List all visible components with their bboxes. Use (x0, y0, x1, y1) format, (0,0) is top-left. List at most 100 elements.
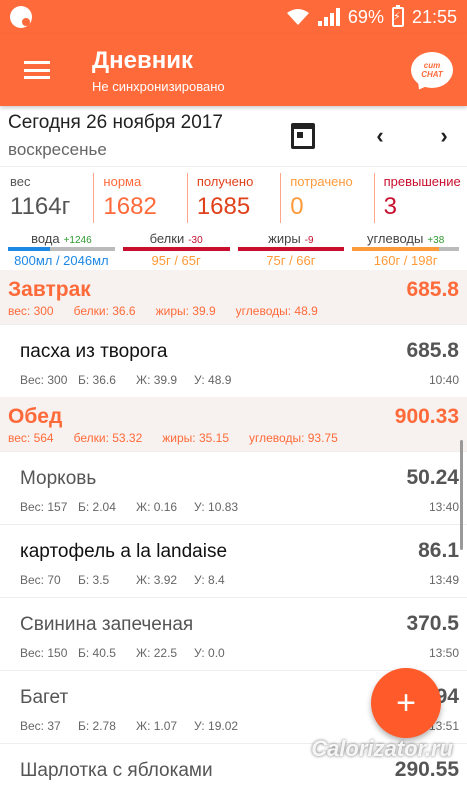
chat-icon[interactable]: сит CHAT (411, 52, 453, 93)
food-macro: У: 48.9 (194, 373, 232, 387)
weekday: воскресенье (8, 140, 107, 159)
progress-track (352, 247, 459, 251)
bar-value: 160г / 198г (373, 253, 438, 268)
notification-app-icon (10, 6, 32, 28)
food-name: Шарлотка с яблоками (20, 760, 213, 781)
bar-label: жиры (268, 231, 301, 246)
meal-macro: углеводы: 93.75 (249, 431, 338, 445)
stat-value: 0 (290, 193, 304, 220)
food-name: картофель a la landaise (20, 541, 228, 562)
stat-label: вес (10, 174, 31, 189)
progress-fill (352, 247, 439, 251)
food-macro: Б: 3.5 (78, 573, 110, 587)
food-macro: Вес: 300 (20, 373, 68, 387)
meal-macro: жиры: 39.9 (155, 304, 216, 318)
menu-icon[interactable] (24, 61, 50, 79)
current-date: Сегодня 26 ноября 2017 (8, 112, 223, 133)
nutrient-bar-0: вода +1246 800мл / 2046мл (4, 231, 119, 268)
food-time: 10:40 (428, 373, 459, 387)
bar-delta: -9 (304, 235, 314, 246)
stat-label: превышение (383, 174, 461, 189)
signal-icon (317, 8, 340, 26)
meal-macro: жиры: 35.15 (162, 431, 230, 445)
battery-icon (391, 5, 404, 27)
food-name: Багет (20, 687, 69, 708)
stat-3: потрачено 0 (280, 171, 373, 231)
food-macro: Вес: 37 (20, 719, 61, 733)
stat-label: получено (196, 174, 254, 189)
meal-macro: вес: 564 (8, 431, 54, 445)
stat-4: превышение 3 (373, 171, 467, 231)
stat-value: 1164г (10, 193, 71, 220)
meal-header[interactable]: Обед 900.33 вес: 564 белки: 53.32 жиры: 35… (0, 397, 467, 451)
meal-name: Обед (8, 405, 63, 428)
food-macro: Б: 36.6 (78, 373, 116, 387)
bar-delta: +1246 (63, 235, 92, 246)
food-macro: У: 10.83 (194, 500, 239, 514)
food-macro: Б: 2.04 (78, 500, 116, 514)
app-bar: Дневник Не синхронизировано сит CHAT (0, 34, 467, 106)
stat-value: 1685 (196, 193, 251, 220)
stat-1: норма 1682 (93, 171, 186, 231)
bar-value: 75г / 66г (266, 253, 316, 268)
nutrient-bar-2: жиры -9 75г / 66г (234, 231, 349, 268)
food-item[interactable]: Свинина запеченая 370.5 Вес: 150 Б: 40.5 Ж… (0, 597, 467, 670)
food-calories: 370.5 (406, 612, 459, 635)
bar-value: 95г / 65г (151, 253, 201, 268)
meal-macro: углеводы: 48.9 (235, 304, 318, 318)
food-macro: Ж: 3.92 (136, 573, 178, 587)
watermark: Calorizator.ru (311, 736, 453, 761)
food-macro: Ж: 1.07 (136, 719, 178, 733)
progress-fill (122, 247, 230, 251)
meal-total: 900.33 (394, 405, 459, 428)
meal-macro: вес: 300 (8, 304, 54, 318)
food-macro: Б: 40.5 (78, 646, 116, 660)
meal-header[interactable]: Завтрак 685.8 вес: 300 белки: 36.6 жиры: 3… (0, 270, 467, 324)
food-macro: Ж: 39.9 (136, 373, 178, 387)
stat-label: норма (103, 174, 142, 189)
food-calories: 685.8 (406, 339, 459, 362)
nutrient-bars: вода +1246 800мл / 2046мл белки -30 95г /… (0, 231, 467, 270)
stat-label: потрачено (290, 174, 353, 189)
food-macro: У: 8.4 (194, 573, 225, 587)
calendar-icon[interactable] (291, 123, 315, 149)
stat-2: получено 1685 (186, 171, 280, 231)
bar-label: углеводы (366, 231, 424, 246)
food-macro: У: 0.0 (194, 646, 225, 660)
sync-status: Не синхронизировано (92, 78, 225, 94)
page-title: Дневник (92, 46, 193, 74)
food-macro: Ж: 0.16 (136, 500, 178, 514)
food-item[interactable]: Морковь 50.24 Вес: 157 Б: 2.04 Ж: 0.16 У: 1… (0, 451, 467, 524)
progress-fill (8, 247, 50, 251)
food-calories: 86.1 (418, 539, 459, 562)
food-macro: У: 19.02 (194, 719, 239, 733)
food-macro: Ж: 22.5 (136, 646, 178, 660)
food-time: 13:50 (428, 646, 459, 660)
bar-label: вода (31, 231, 60, 246)
scrollbar[interactable] (460, 440, 463, 550)
bar-value: 800мл / 2046мл (14, 253, 109, 268)
food-macro: Вес: 157 (20, 500, 68, 514)
nutrient-bar-1: белки -30 95г / 65г (119, 231, 234, 268)
meal-macro: белки: 53.32 (73, 431, 143, 445)
add-food-button[interactable]: + (371, 668, 441, 738)
bar-delta: -30 (188, 235, 203, 246)
next-day-button[interactable]: › (429, 123, 459, 149)
prev-day-button[interactable]: ‹ (365, 123, 395, 149)
meal-macro: белки: 36.6 (73, 304, 136, 318)
food-macro: Вес: 150 (20, 646, 68, 660)
food-item[interactable]: пасха из творога 685.8 Вес: 300 Б: 36.6 Ж:… (0, 324, 467, 397)
progress-fill (237, 247, 345, 251)
food-name: пасха из творога (20, 341, 168, 362)
food-calories: 50.24 (406, 466, 459, 489)
nutrient-bar-3: углеводы +38 160г / 198г (348, 231, 463, 268)
stat-0: вес 1164г (0, 171, 93, 231)
battery-percent: 69% (347, 6, 384, 27)
progress-track (122, 247, 230, 251)
meal-name: Завтрак (8, 278, 91, 301)
food-item[interactable]: картофель a la landaise 86.1 Вес: 70 Б: 3… (0, 524, 467, 597)
stats-row: вес 1164г норма 1682 получено 1685 потрачен… (0, 166, 467, 231)
food-name: Свинина запеченая (20, 614, 194, 635)
food-time: 13:49 (428, 573, 459, 587)
clock: 21:55 (411, 6, 457, 27)
